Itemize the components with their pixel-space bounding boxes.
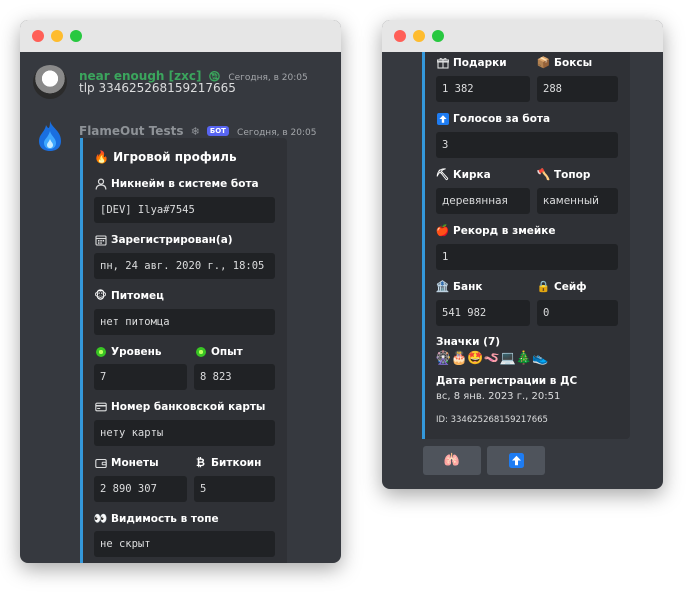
green-orb-icon [94,345,107,358]
chat-area: Подарки 1 382 📦 Боксы 288 Голосов за бот… [382,52,663,489]
title-bar [20,20,341,52]
field-ds-label: Дата регистрации в ДС [436,375,578,387]
lungs-icon: 🫁 [443,453,461,468]
bot-tag: БОТ [206,126,229,136]
bank-icon: 🏦 [435,280,450,293]
field-boxes-value: 288 [537,76,618,102]
field-visibility-label: 👀 Видимость в топе [93,512,219,525]
field-card-value: нету карты [94,420,275,446]
lungs-button[interactable]: 🫁 [423,446,481,475]
field-nickname-value: [DEV] Ilya#7545 [94,197,275,223]
right-window: Подарки 1 382 📦 Боксы 288 Голосов за бот… [382,20,663,489]
field-bank-value: 541 982 [436,300,530,326]
field-axe-value: каменный [537,188,618,214]
user-avatar[interactable] [33,65,67,99]
maximize-window-button[interactable] [432,30,444,42]
embed-title: 🔥 Игровой профиль [94,150,237,164]
message-header: FlameOut Tests ❄ БОТ Сегодня, в 20:05 [79,120,316,139]
calendar-icon [94,233,107,246]
field-votes-value: 3 [436,132,618,158]
close-window-button[interactable] [394,30,406,42]
field-pickaxe-value: деревянная [436,188,530,214]
field-ds-value: вс, 8 янв. 2023 г., 20:51 [436,391,561,402]
field-safe-label: 🔒 Сейф [536,280,587,293]
bot-username[interactable]: FlameOut Tests [79,124,183,138]
green-orb-icon [194,345,207,358]
monkey-icon: 🐵 [94,289,107,302]
minimize-window-button[interactable] [413,30,425,42]
wallet-icon [94,456,107,469]
field-bank-label: 🏦 Банк [435,280,483,293]
field-registered-label: Зарегистрирован(а) [94,233,233,246]
timestamp: Сегодня, в 20:05 [228,73,308,83]
fire-icon: 🔥 [94,150,109,164]
snowflake-icon: ❄ [190,125,200,138]
field-gifts-label: Подарки [436,56,507,69]
box-icon: 📦 [536,56,551,69]
field-axe-label: 🪓 Топор [536,168,591,181]
vote-button[interactable] [487,446,545,475]
credit-card-icon [94,400,107,413]
close-window-button[interactable] [32,30,44,42]
up-arrow-icon [508,453,524,468]
field-level-label: Уровень [94,345,162,358]
timestamp: Сегодня, в 20:05 [237,128,317,138]
user-icon [94,177,107,190]
message-text: tlp 334625268159217665 [79,81,236,95]
field-pet-value: нет питомца [94,309,275,335]
field-badges-label: Значки (7) [436,336,501,348]
field-votes-label: Голосов за бота [436,112,550,125]
minimize-window-button[interactable] [51,30,63,42]
field-safe-value: 0 [537,300,618,326]
field-coins-label: Монеты [94,456,159,469]
field-exp-value: 8 823 [194,364,275,390]
bot-avatar[interactable] [33,119,67,153]
profile-embed: 🔥 Игровой профиль Никнейм в системе бота… [80,138,287,563]
profile-embed-continued: Подарки 1 382 📦 Боксы 288 Голосов за бот… [422,52,630,439]
badges-list: 🎡🎂🤩🪱💻🎄👟 [435,351,549,366]
field-registered-value: пн, 24 авг. 2020 г., 18:05 [94,253,275,279]
field-snake-value: 1 [436,244,618,270]
field-exp-label: Опыт [194,345,243,358]
field-pickaxe-label: ⛏ Кирка [435,168,491,181]
field-nickname-label: Никнейм в системе бота [94,177,259,190]
blue-flame-icon [39,121,61,151]
eyes-icon: 👀 [93,512,108,525]
field-level-value: 7 [94,364,187,390]
pickaxe-icon: ⛏ [435,168,450,181]
title-bar [382,20,663,52]
safe-icon: 🔒 [536,280,551,293]
left-window: near enough [zxc] 🕲 Сегодня, в 20:05 tlp… [20,20,341,563]
field-bitcoin-value: 5 [194,476,275,502]
field-card-label: Номер банковской карты [94,400,265,413]
field-coins-value: 2 890 307 [94,476,187,502]
gift-icon [436,56,449,69]
maximize-window-button[interactable] [70,30,82,42]
field-gifts-value: 1 382 [436,76,530,102]
field-pet-label: 🐵 Питомец [94,289,164,302]
field-snake-label: 🍎 Рекорд в змейке [435,224,556,237]
field-boxes-label: 📦 Боксы [536,56,593,69]
up-arrow-icon [436,112,449,125]
field-visibility-value: не скрыт [94,531,275,557]
embed-footer-id: ID: 334625268159217665 [436,415,548,425]
field-bitcoin-label: ₿ Биткоин [194,456,261,469]
chat-area: near enough [zxc] 🕲 Сегодня, в 20:05 tlp… [20,52,341,563]
axe-icon: 🪓 [536,168,551,181]
apple-icon: 🍎 [435,224,450,237]
bitcoin-icon: ₿ [196,456,205,469]
